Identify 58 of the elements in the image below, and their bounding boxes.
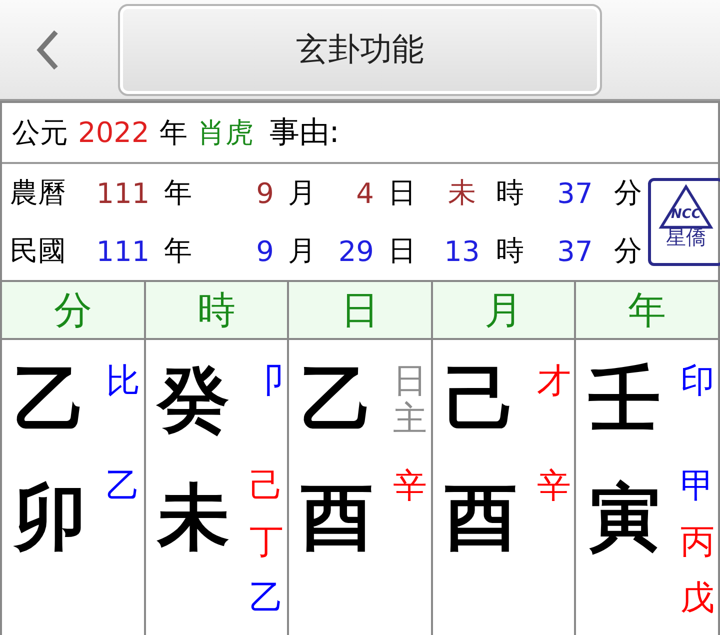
- ten-god-label: 印: [680, 362, 714, 403]
- branch-char: 酉: [301, 474, 374, 561]
- branch-char: 未: [158, 474, 231, 561]
- date-unit: 分: [613, 175, 643, 211]
- branch-char: 寅: [588, 474, 662, 561]
- column-header: 月: [432, 282, 574, 338]
- date-unit: 日: [387, 233, 417, 269]
- logo-text: NCC: [671, 207, 701, 222]
- ten-god-label: 日主: [393, 362, 428, 441]
- ten-god-label: 比: [106, 362, 140, 403]
- hidden-stem: 戊: [680, 577, 714, 620]
- date-value: 37: [556, 234, 594, 268]
- ten-god-label: 才: [536, 362, 571, 403]
- column-header: 日: [289, 282, 431, 338]
- date-value: 37: [556, 176, 594, 210]
- date-value: 111: [95, 234, 151, 268]
- date-unit: 時: [495, 175, 525, 211]
- calendar-label: 農曆: [10, 175, 67, 211]
- stem-char: 乙: [301, 356, 374, 443]
- hidden-stem: 甲: [680, 465, 714, 508]
- date-unit: 日: [387, 175, 417, 211]
- date-value: 13: [443, 234, 481, 268]
- stem-char: 乙: [14, 356, 87, 443]
- title-button[interactable]: 玄卦功能: [118, 4, 602, 96]
- date-unit: 年: [163, 233, 193, 269]
- year-unit: 年: [159, 114, 188, 150]
- date-unit: 月: [287, 175, 317, 211]
- date-value: 9: [255, 176, 275, 210]
- date-unit: 時: [495, 233, 525, 269]
- date-value: 未: [447, 175, 477, 211]
- zodiac-text: 肖虎: [197, 114, 254, 150]
- date-value: 9: [255, 234, 275, 268]
- date-unit: 月: [287, 233, 317, 269]
- column-header: 分: [2, 282, 144, 338]
- date-value: 29: [337, 234, 375, 268]
- reason-label: 事由:: [269, 114, 340, 152]
- date-value: 4: [355, 176, 375, 210]
- hidden-stem: 乙: [250, 577, 284, 620]
- ten-god-label: 卩: [250, 362, 284, 403]
- date-unit: 分: [613, 233, 643, 269]
- hidden-stem: 丙: [680, 521, 714, 564]
- column-header: 時: [146, 282, 288, 338]
- hidden-stem: 丁: [250, 521, 284, 564]
- stem-char: 癸: [158, 356, 231, 443]
- year-value: 2022: [78, 116, 150, 149]
- hidden-stem: 辛: [536, 465, 571, 508]
- date-value: 111: [95, 176, 151, 210]
- branch-char: 酉: [444, 474, 518, 561]
- hidden-stem: 辛: [393, 465, 428, 508]
- column-header: 年: [576, 282, 718, 338]
- hidden-stem: 己: [250, 465, 284, 508]
- branch-char: 卯: [14, 474, 87, 561]
- hidden-stem: 乙: [106, 465, 140, 508]
- era-label: 公元: [12, 114, 68, 150]
- stem-char: 壬: [588, 356, 662, 443]
- calendar-label: 民國: [10, 233, 67, 269]
- date-unit: 年: [163, 175, 193, 211]
- stem-char: 己: [444, 356, 518, 443]
